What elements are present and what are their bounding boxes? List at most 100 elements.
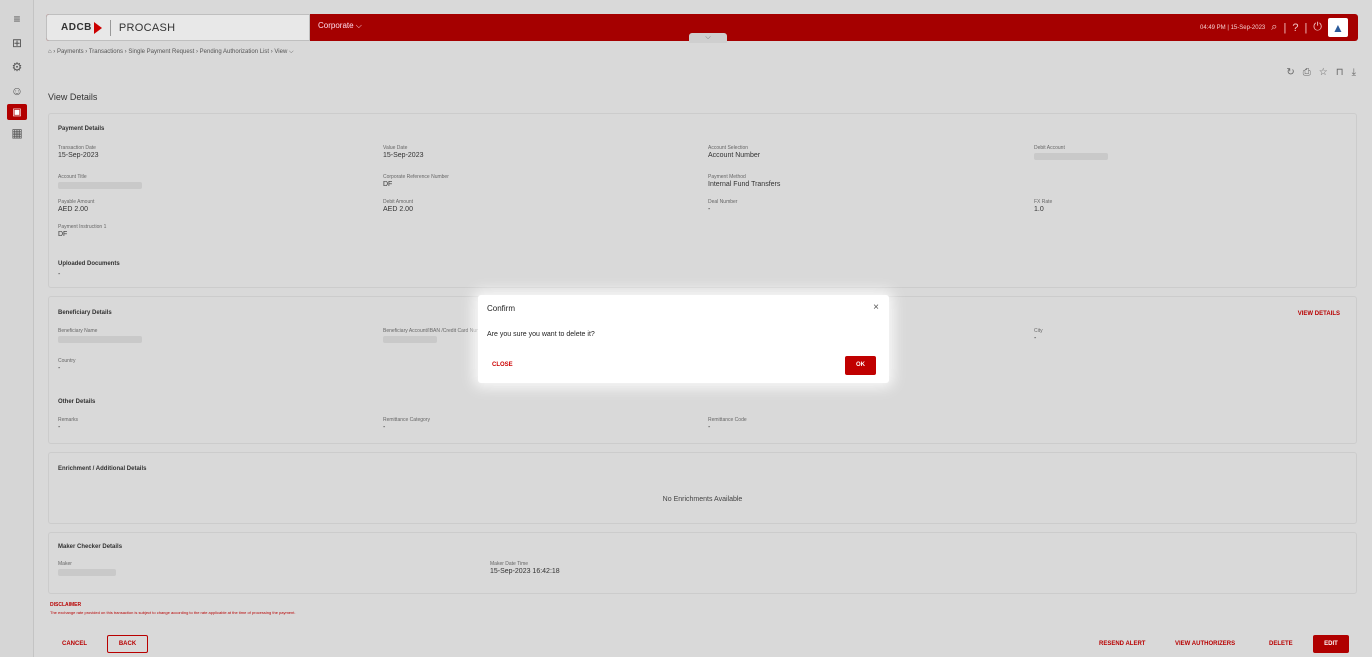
side-navigation-rail: ≡ ⊞ ⚙ ☺ ▣ ▦ — [0, 0, 34, 657]
account-selection-field: Account Selection Account Number — [708, 145, 760, 159]
top-header-bar: ADCB PROCASH Corporate ⌵ ⌵ 04:49 PM | 15… — [46, 14, 1358, 43]
section-title: Maker Checker Details — [58, 544, 123, 550]
field-value: 15-Sep-2023 — [383, 152, 424, 159]
view-details-link[interactable]: VIEW DETAILS — [1298, 311, 1340, 317]
field-label: Corporate Reference Number — [383, 174, 449, 180]
field-value: - — [58, 424, 61, 431]
dialog-close-button[interactable]: CLOSE — [492, 362, 513, 368]
field-label: Payment Instruction 1 — [58, 224, 107, 230]
field-label: Value Date — [383, 145, 408, 151]
field-value: DF — [58, 231, 68, 238]
resend-alert-button[interactable]: RESEND ALERT — [1099, 641, 1145, 647]
disclaimer-title: DISCLAIMER — [50, 602, 82, 608]
payable-amount-field: Payable Amount AED 2.00 — [58, 199, 94, 213]
field-label: Maker Date Time — [490, 561, 529, 567]
maker-checker-card: Maker Checker Details Maker Maker Date T… — [48, 532, 1357, 594]
field-value: AED 2.00 — [58, 206, 88, 213]
menu-icon[interactable]: ≡ — [0, 8, 34, 30]
field-label: Remittance Category — [383, 417, 430, 423]
field-value: - — [58, 271, 61, 278]
payment-instruction-field: Payment Instruction 1 DF — [58, 224, 106, 238]
breadcrumb[interactable]: ⌂ › Payments › Transactions › Single Pay… — [48, 49, 294, 56]
field-label: Payable Amount — [58, 199, 95, 205]
cancel-button[interactable]: CANCEL — [62, 641, 87, 647]
redacted-value — [58, 569, 116, 576]
reports-icon[interactable]: ▦ — [0, 122, 34, 144]
field-label: Beneficiary Account/IBAN /Credit Card Nu… — [383, 328, 479, 334]
search-icon[interactable]: ⌕ — [1271, 21, 1277, 34]
field-value: 15-Sep-2023 16:42:18 — [490, 568, 560, 575]
remittance-category-field: Remittance Category - — [383, 417, 430, 431]
account-title-field: Account Title — [58, 174, 142, 189]
logout-icon[interactable]: ⏻ — [1313, 21, 1322, 34]
corporate-reference-field: Corporate Reference Number DF — [383, 174, 449, 188]
dashboard-icon[interactable]: ⊞ — [0, 32, 34, 54]
user-icon[interactable]: ☺ — [0, 80, 34, 102]
close-icon[interactable]: × — [873, 302, 879, 313]
field-label: Payment Method — [708, 174, 746, 180]
dialog-message: Are you sure you want to delete it? — [487, 331, 595, 338]
field-value: - — [383, 424, 386, 431]
debit-amount-field: Debit Amount AED 2.00 — [383, 199, 413, 213]
page-toolbar: ↻ ⎙ ☆ ⊓ ⤓ — [1286, 67, 1356, 78]
empty-message: No Enrichments Available — [662, 496, 743, 503]
field-value: - — [708, 424, 711, 431]
redacted-value — [58, 182, 142, 189]
beneficiary-name-field: Beneficiary Name — [58, 328, 142, 343]
section-title: Enrichment / Additional Details — [58, 466, 147, 472]
beneficiary-account-field: Beneficiary Account/IBAN /Credit Card Nu… — [383, 328, 479, 343]
bookmark-icon[interactable]: ⊓ — [1336, 67, 1344, 78]
maker-field: Maker — [58, 561, 116, 576]
payment-method-field: Payment Method Internal Fund Transfers — [708, 174, 780, 188]
payments-icon[interactable]: ▣ — [7, 104, 27, 120]
debit-account-field: Debit Account — [1034, 145, 1108, 160]
field-value: DF — [383, 181, 393, 188]
transaction-date-field: Transaction Date 15-Sep-2023 — [58, 145, 98, 159]
field-label: Maker — [58, 561, 72, 567]
segment-selector[interactable]: Corporate ⌵ — [318, 21, 362, 31]
field-label: Remittance Code — [708, 417, 747, 423]
delete-button[interactable]: DELETE — [1269, 641, 1293, 647]
back-button[interactable]: BACK — [107, 635, 148, 653]
adcb-logo: ADCB — [61, 21, 102, 34]
refresh-icon[interactable]: ↻ — [1286, 67, 1294, 78]
app-name: PROCASH — [118, 21, 176, 34]
dialog-ok-button[interactable]: OK — [845, 356, 876, 375]
header-utilities: 04:49 PM | 15-Sep-2023 ⌕ | ? | ⏻ ▲ — [1200, 18, 1348, 37]
help-icon[interactable]: ? — [1292, 22, 1298, 34]
field-label: Transaction Date — [58, 145, 96, 151]
logo-text: ADCB — [61, 22, 92, 33]
field-label: Account Title — [58, 174, 87, 180]
print-icon[interactable]: ⎙ — [1303, 67, 1311, 78]
current-datetime: 04:49 PM | 15-Sep-2023 — [1200, 24, 1266, 31]
country-field: Country - — [58, 358, 76, 372]
field-label: Country — [58, 358, 76, 364]
download-icon[interactable]: ⤓ — [1352, 67, 1356, 78]
divider: | — [1283, 21, 1287, 34]
uploaded-documents-title: Uploaded Documents — [58, 261, 120, 267]
redacted-value — [383, 336, 437, 343]
deal-number-field: Deal Number - — [708, 199, 737, 213]
brand-divider — [109, 19, 111, 36]
section-title: Beneficiary Details — [58, 310, 112, 316]
avatar[interactable]: ▲ — [1328, 18, 1348, 37]
city-field: City - — [1034, 328, 1043, 342]
field-label: FX Rate — [1034, 199, 1053, 205]
brand-logo-area[interactable]: ADCB PROCASH — [46, 14, 310, 41]
header-collapse-toggle[interactable]: ⌵ — [689, 33, 727, 43]
other-details-title: Other Details — [58, 399, 96, 405]
field-value: - — [58, 365, 61, 372]
field-value: AED 2.00 — [383, 206, 413, 213]
payment-details-card: Payment Details Transaction Date 15-Sep-… — [48, 113, 1357, 288]
field-value: Account Number — [708, 152, 761, 159]
view-authorizers-button[interactable]: VIEW AUTHORIZERS — [1175, 641, 1235, 647]
dialog-title: Confirm — [487, 304, 516, 313]
enrichment-card: Enrichment / Additional Details No Enric… — [48, 452, 1357, 524]
field-label: Beneficiary Name — [58, 328, 98, 334]
settings-icon[interactable]: ⚙ — [0, 56, 34, 78]
maker-datetime-field: Maker Date Time 15-Sep-2023 16:42:18 — [490, 561, 560, 575]
edit-button[interactable]: EDIT — [1313, 635, 1349, 653]
divider: | — [1304, 21, 1308, 34]
star-icon[interactable]: ☆ — [1319, 67, 1328, 78]
value-date-field: Value Date 15-Sep-2023 — [383, 145, 423, 159]
